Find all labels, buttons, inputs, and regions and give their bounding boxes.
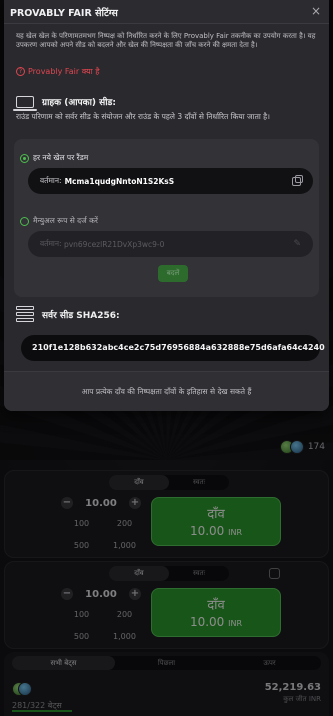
plus-button[interactable]: + (128, 588, 141, 600)
bet-panel-2: दाँव स्वतः − 10.00 + 100 200 500 1,000 द… (4, 561, 329, 649)
bet-button-label: दाँव (207, 507, 225, 522)
minus-button[interactable]: − (61, 588, 73, 600)
change-seed-button[interactable]: बदलें (158, 265, 188, 282)
modal-header: PROVABLY FAIR सेटिंग्स × (4, 0, 329, 24)
bet-button-amount: 10.00 (189, 615, 225, 629)
total-win-label: कुल जीत INR (283, 695, 321, 703)
quick-amount-500[interactable]: 500 (63, 630, 100, 644)
server-seed-hash: 210f1e128b632abc4ce2c75d76956884a632888e… (21, 335, 325, 361)
quick-amount-500[interactable]: 500 (63, 539, 100, 553)
bet-amount-input[interactable]: 10.00 (85, 498, 117, 509)
client-seed-title: ग्राहक (आपका) सीड: (42, 98, 116, 108)
quick-amounts: 100 200 500 1,000 (63, 608, 143, 644)
bet-button-label: दाँव (207, 598, 225, 613)
provably-fair-modal: PROVABLY FAIR सेटिंग्स × यह खेल खेल के प… (4, 0, 329, 411)
copy-icon[interactable] (292, 174, 303, 186)
manual-seed-value: pvn69cezlR21DvXp3wc9-0 (63, 239, 165, 249)
random-seed-option[interactable]: हर नये खेल पर रैंडम (20, 153, 88, 163)
bet-mode-toggle: दाँव स्वतः (109, 475, 229, 490)
bet-amount-input[interactable]: 10.00 (85, 589, 117, 600)
quick-amounts: 100 200 500 1,000 (63, 517, 143, 553)
amount-stepper: − 10.00 + (61, 497, 141, 509)
bet-button-amount: 10.00 (189, 524, 225, 538)
online-players[interactable]: 174 (279, 438, 325, 456)
server-seed-heading: सर्वर सीड SHA256: (16, 306, 120, 322)
bet-button-currency: INR (228, 619, 243, 628)
tab-top[interactable]: ऊपर (218, 656, 321, 670)
plus-button[interactable]: + (128, 497, 141, 509)
current-seed-value: Mcma1qudgNntoN1S2KsS (64, 176, 175, 186)
question-icon: ? (16, 67, 25, 76)
manual-option-label: मैन्युअल रूप से दर्ज करें (33, 216, 98, 225)
what-link-label: Provably Fair क्या है (28, 67, 100, 76)
close-icon[interactable]: × (311, 4, 321, 18)
quick-amount-1000[interactable]: 1,000 (106, 630, 143, 644)
modal-title: PROVABLY FAIR सेटिंग्स (10, 8, 118, 19)
players-count: 174 (307, 442, 325, 452)
tab-auto[interactable]: स्वतः (169, 475, 229, 490)
bet-mode-toggle: दाँव स्वतः (109, 566, 229, 581)
bets-tabs: सभी बेट्स पिछला ऊपर (12, 656, 321, 670)
random-option-label: हर नये खेल पर रैंडम (33, 153, 89, 162)
amount-stepper: − 10.00 + (61, 588, 141, 600)
minus-button[interactable]: − (61, 497, 73, 509)
quick-amount-100[interactable]: 100 (63, 517, 100, 531)
manual-seed-label: वर्तमान: (40, 239, 62, 248)
quick-amount-200[interactable]: 200 (106, 517, 143, 531)
place-bet-button[interactable]: दाँव 10.00 INR (151, 497, 281, 546)
server-icon (16, 306, 34, 322)
what-is-provably-fair-link[interactable]: ? Provably Fair क्या है (16, 66, 100, 77)
place-bet-button[interactable]: दाँव 10.00 INR (151, 588, 281, 637)
radio-random[interactable] (20, 153, 29, 163)
manual-client-seed-field[interactable]: वर्तमान: pvn69cezlR21DvXp3wc9-0 ✎ (28, 231, 313, 257)
bets-progress-bar (12, 710, 72, 712)
remove-panel-icon[interactable] (269, 568, 280, 579)
tab-all-bets[interactable]: सभी बेट्स (12, 656, 115, 670)
bet-button-currency: INR (228, 528, 243, 537)
tab-bet[interactable]: दाँव (109, 566, 169, 581)
radio-manual[interactable] (20, 216, 29, 226)
client-seed-heading: ग्राहक (आपका) सीड: (13, 95, 116, 111)
bets-stats: 281/322 बेट्स (12, 682, 62, 711)
total-win-amount: 52,219.63 (264, 682, 321, 693)
quick-amount-200[interactable]: 200 (106, 608, 143, 622)
total-win: 52,219.63 कुल जीत INR (265, 682, 321, 704)
tab-bet[interactable]: दाँव (109, 475, 169, 490)
avatar (18, 682, 32, 696)
client-seed-description: राउंड परिणाम को सर्वर सीड के संयोजन और र… (16, 112, 270, 121)
modal-intro-text: यह खेल खेल के परिणामतमभग निष्पक्ष को निर… (16, 32, 316, 49)
current-seed-label: वर्तमान: (40, 176, 62, 185)
tab-auto[interactable]: स्वतः (169, 566, 229, 581)
edit-icon[interactable]: ✎ (293, 239, 301, 249)
current-client-seed-field: वर्तमान: Mcma1qudgNntoN1S2KsS (28, 168, 313, 194)
quick-amount-1000[interactable]: 1,000 (106, 539, 143, 553)
server-seed-title: सर्वर सीड SHA256: (42, 310, 120, 321)
bets-history-panel: सभी बेट्स पिछला ऊपर 281/322 बेट्स 52,219… (4, 652, 329, 716)
laptop-icon (13, 95, 37, 111)
bet-panel-1: दाँव स्वतः − 10.00 + 100 200 500 1,000 द… (4, 470, 329, 558)
tab-previous[interactable]: पिछला (115, 656, 218, 670)
avatar (289, 440, 304, 454)
manual-seed-option[interactable]: मैन्युअल रूप से दर्ज करें (20, 216, 98, 226)
modal-footer-note: आप प्रत्येक दाँव की निष्पक्षता दाँवों के… (4, 371, 329, 411)
quick-amount-100[interactable]: 100 (63, 608, 100, 622)
